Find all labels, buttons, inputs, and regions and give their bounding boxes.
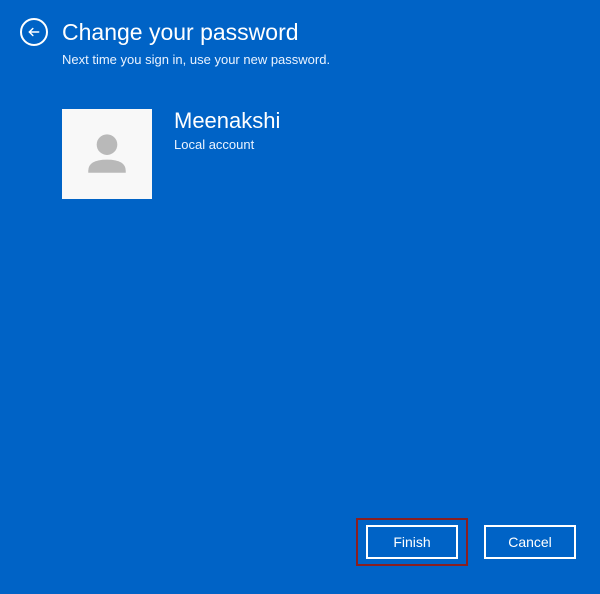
user-text: Meenakshi Local account — [174, 109, 280, 152]
page-subtitle: Next time you sign in, use your new pass… — [0, 52, 600, 67]
finish-highlight: Finish — [356, 518, 468, 566]
back-button[interactable] — [20, 18, 48, 46]
back-arrow-icon — [27, 25, 41, 39]
user-icon — [77, 124, 137, 184]
finish-button[interactable]: Finish — [366, 525, 458, 559]
footer-buttons: Finish Cancel — [356, 518, 576, 566]
user-name: Meenakshi — [174, 109, 280, 133]
cancel-button[interactable]: Cancel — [484, 525, 576, 559]
header: Change your password — [0, 0, 600, 50]
page-title: Change your password — [62, 19, 299, 46]
avatar — [62, 109, 152, 199]
user-info: Meenakshi Local account — [0, 109, 600, 199]
account-type-label: Local account — [174, 137, 280, 152]
